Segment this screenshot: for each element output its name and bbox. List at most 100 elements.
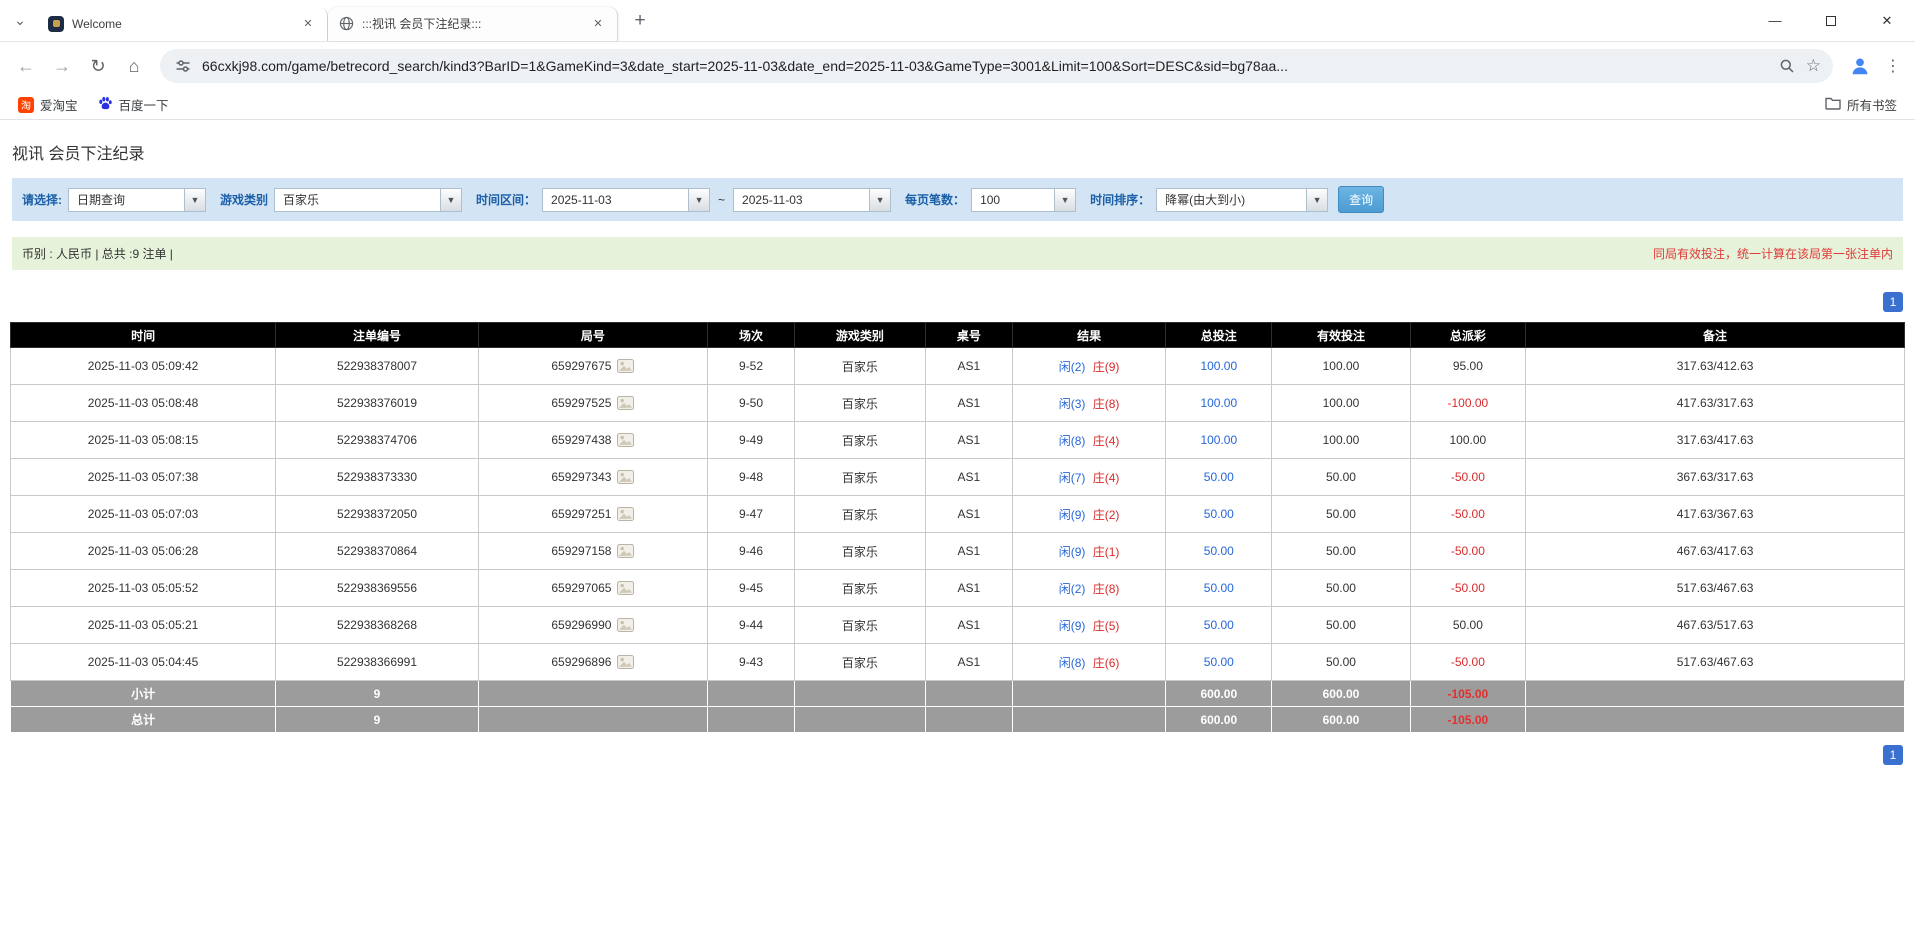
cell-valid-bet: 50.00 [1271,495,1411,533]
chevron-down-icon: ⌄ [14,12,26,28]
cell-table: AS1 [924,569,1013,607]
bookmark-star-icon[interactable]: ☆ [1806,56,1821,76]
total-row: 总计 9 600.00 600.00 -105.00 [9,706,1905,733]
cell-payout: 95.00 [1409,347,1527,385]
cell-session: 9-46 [706,532,796,570]
total-bet-link[interactable]: 50.00 [1204,581,1234,595]
cell-table: AS1 [924,347,1013,385]
close-window-button[interactable]: ✕ [1859,0,1915,42]
total-bet-link[interactable]: 50.00 [1204,544,1234,558]
baidu-icon [98,96,113,114]
combo-arrow-icon[interactable]: ▼ [869,188,891,211]
new-tab-button[interactable]: + [626,7,654,35]
cell-payout: 100.00 [1409,421,1527,459]
total-bet-link[interactable]: 50.00 [1204,655,1234,669]
cell-total-bet: 50.00 [1165,569,1273,607]
cell-result: 闲(8) 庄(4) [1011,421,1167,459]
combo-arrow-icon[interactable]: ▼ [688,188,710,211]
round-detail-icon[interactable] [617,396,635,410]
site-info-icon[interactable] [172,55,194,77]
home-button[interactable]: ⌂ [118,50,150,82]
select-label: 请选择: [22,193,62,207]
cell-game: 百家乐 [794,569,926,607]
url-bar[interactable]: 66cxkj98.com/game/betrecord_search/kind3… [160,49,1833,83]
page-size-dropdown[interactable]: 100 ▼ [971,187,1077,212]
close-tab-icon[interactable]: ✕ [299,15,317,33]
bookmark-baidu[interactable]: 百度一下 [90,92,177,117]
combo-arrow-icon[interactable]: ▼ [440,188,462,211]
cell-session: 9-47 [706,495,796,533]
total-bet-link[interactable]: 50.00 [1204,470,1234,484]
close-tab-icon[interactable]: ✕ [589,15,607,33]
table-row: 2025-11-03 05:06:28 522938370864 6592971… [9,532,1905,570]
round-id: 659297438 [551,433,612,447]
round-id: 659297065 [551,581,612,595]
folder-icon [1825,96,1841,113]
round-id: 659297158 [551,544,612,558]
game-type-dropdown[interactable]: 百家乐 ▼ [274,187,463,212]
round-detail-icon[interactable] [617,618,635,632]
total-label: 总计 [9,706,277,733]
cell-payout: 50.00 [1409,606,1527,644]
combo-arrow-icon[interactable]: ▼ [1054,188,1076,211]
cell-game: 百家乐 [794,606,926,644]
tab-search-button[interactable]: ⌄ [6,7,34,35]
round-detail-icon[interactable] [617,470,635,484]
combo-arrow-icon[interactable]: ▼ [1306,188,1328,211]
round-id: 659297525 [551,396,612,410]
maximize-button[interactable] [1803,0,1859,42]
total-count: 9 [275,706,479,733]
cell-time: 2025-11-03 05:08:48 [9,384,277,422]
round-detail-icon[interactable] [617,581,635,595]
window-controls: — ✕ [1747,0,1915,42]
sort-dropdown[interactable]: 降幂(由大到小) ▼ [1156,187,1329,212]
round-detail-icon[interactable] [617,544,635,558]
cell-table: AS1 [924,384,1013,422]
cell-time: 2025-11-03 05:05:21 [9,606,277,644]
profile-icon[interactable] [1847,53,1873,79]
minimize-button[interactable]: — [1747,0,1803,42]
total-bet-link[interactable]: 50.00 [1204,618,1234,632]
url-text[interactable]: 66cxkj98.com/game/betrecord_search/kind3… [202,58,1768,74]
total-bet-link[interactable]: 100.00 [1200,433,1237,447]
col-result: 结果 [1011,322,1167,348]
browser-tab-betrecord[interactable]: :::视讯 会员下注纪录::: ✕ [328,6,618,41]
round-detail-icon[interactable] [617,507,635,521]
cell-time: 2025-11-03 05:06:28 [9,532,277,570]
page-1-button[interactable]: 1 [1883,292,1903,312]
back-button[interactable]: ← [10,50,42,82]
total-total-bet: 600.00 [1165,706,1273,733]
col-bet-id: 注单编号 [275,322,479,348]
round-detail-icon[interactable] [617,359,635,373]
cell-game: 百家乐 [794,643,926,681]
all-bookmarks-button[interactable]: 所有书签 [1817,92,1905,117]
total-bet-link[interactable]: 100.00 [1200,359,1237,373]
cell-total-bet: 50.00 [1165,458,1273,496]
query-type-dropdown[interactable]: 日期查询 ▼ [68,187,206,212]
round-detail-icon[interactable] [617,433,635,447]
combo-arrow-icon[interactable]: ▼ [184,188,205,211]
cell-note: 467.63/417.63 [1525,532,1905,570]
currency-summary: 币别 : 人民币 | 总共 :9 注单 | [22,247,173,261]
bookmark-taobao[interactable]: 淘 爱淘宝 [10,92,86,117]
date-end-dropdown[interactable]: 2025-11-03 ▼ [733,187,892,212]
col-payout: 总派彩 [1409,322,1527,348]
cell-result: 闲(8) 庄(6) [1011,643,1167,681]
page-size-label: 每页笔数： [905,193,966,207]
search-button[interactable]: 查询 [1338,186,1385,213]
search-lens-icon[interactable] [1776,55,1798,77]
cell-result: 闲(2) 庄(9) [1011,347,1167,385]
forward-button[interactable]: → [46,50,78,82]
round-detail-icon[interactable] [617,655,635,669]
cell-bet-id: 522938372050 [275,495,479,533]
total-bet-link[interactable]: 100.00 [1200,396,1237,410]
menu-icon[interactable]: ⋮ [1881,56,1905,76]
total-bet-link[interactable]: 50.00 [1204,507,1234,521]
refresh-button[interactable]: ↻ [82,50,114,82]
cell-round: 659296896 [477,643,708,681]
browser-tab-welcome[interactable]: Welcome ✕ [38,6,328,41]
date-start-dropdown[interactable]: 2025-11-03 ▼ [542,187,711,212]
page-1-button[interactable]: 1 [1883,745,1903,765]
result-banker: 庄(2) [1092,507,1120,522]
browser-toolbar: ← → ↻ ⌂ 66cxkj98.com/game/betrecord_sear… [0,42,1915,90]
